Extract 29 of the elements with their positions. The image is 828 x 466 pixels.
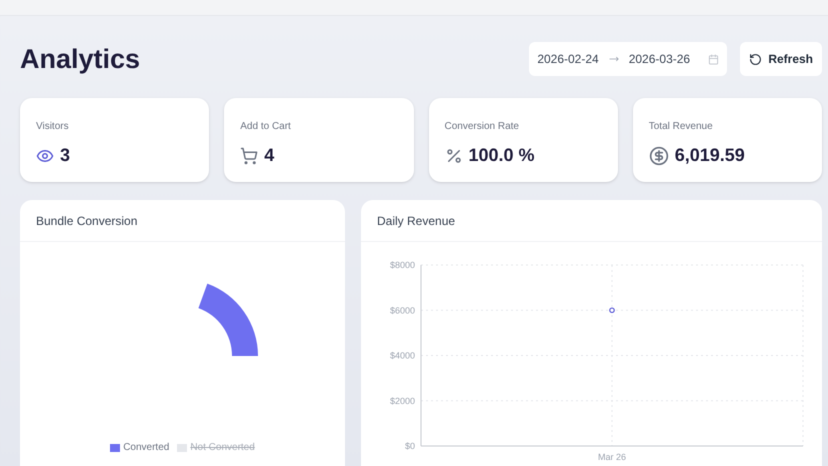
page-title: Analytics (20, 46, 140, 72)
arrow-icon (608, 54, 619, 64)
y-tick-label: $8000 (390, 260, 415, 270)
legend-label[interactable]: Converted (123, 440, 170, 455)
date-range-field[interactable]: 2026-02-24 2026-03-26 (529, 42, 728, 76)
stat-value: 6,019.59 (674, 144, 745, 167)
dollar-icon (648, 146, 669, 166)
stat-label: Total Revenue (648, 120, 714, 134)
data-point (609, 307, 615, 314)
stat-value: 100.0 % (468, 144, 535, 167)
y-tick-label: $6000 (390, 305, 415, 316)
stat-value: 3 (60, 144, 70, 167)
y-tick-label: $0 (404, 441, 415, 451)
panel-title: Daily Revenue (377, 212, 456, 230)
end-date: 2026-03-26 (628, 51, 690, 68)
stat-value: 4 (264, 144, 274, 167)
y-tick-label: $2000 (390, 396, 415, 406)
percent-icon (444, 146, 462, 164)
x-tick-label: Mar 26 (598, 452, 626, 462)
start-date: 2026-02-24 (537, 51, 599, 68)
calendar-icon (708, 54, 720, 64)
stat-label: Conversion Rate (444, 120, 520, 134)
refresh-button[interactable]: Refresh (740, 42, 822, 76)
stat-label: Add to Cart (240, 120, 292, 134)
panel-title: Bundle Conversion (36, 212, 138, 230)
refresh-icon (749, 52, 762, 66)
stat-label: Visitors (36, 120, 70, 134)
cart-icon (240, 146, 258, 164)
y-tick-label: $4000 (390, 350, 415, 360)
